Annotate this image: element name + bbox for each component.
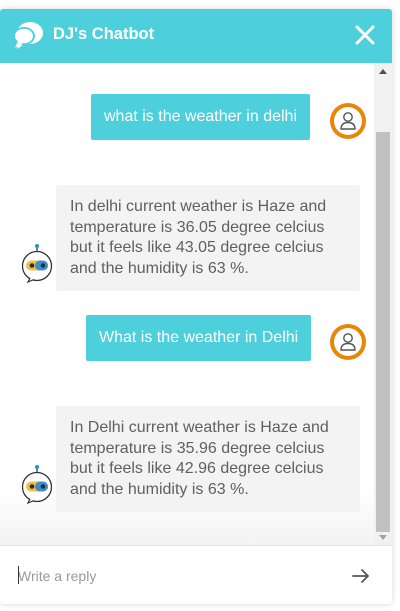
user-message: What is the weather in Delhi	[86, 315, 312, 361]
bot-avatar-icon	[21, 244, 53, 283]
scroll-up-icon[interactable]	[379, 69, 387, 74]
bot-message-line: In Delhi current weather is Haze and	[70, 419, 329, 436]
bot-message: In Delhi current weather is Haze and tem…	[56, 406, 360, 512]
text-caret	[18, 566, 19, 584]
bot-message-line: temperature is 35.96 degree celcius	[70, 439, 325, 457]
user-icon	[340, 333, 356, 351]
user-message-text: what is the weather in delhi	[104, 108, 297, 125]
close-icon[interactable]	[354, 24, 376, 46]
chat-bubbles-icon	[13, 22, 43, 49]
reply-input[interactable]	[18, 564, 328, 588]
user-icon	[340, 112, 356, 130]
scroll-down-icon[interactable]	[379, 535, 387, 540]
chat-header: DJ's Chatbot	[0, 9, 392, 63]
bot-message-line: but it feels like 42.96 degree celcius	[70, 460, 324, 477]
bot-message-line: and the humidity is 63 %.	[70, 480, 249, 498]
chat-title: DJ's Chatbot	[53, 25, 155, 43]
message-list[interactable]: what is the weather in delhi In delhi cu…	[0, 63, 374, 545]
chatbot-widget: DJ's Chatbot what is the weather in delh…	[0, 9, 392, 604]
user-message: what is the weather in delhi	[91, 94, 310, 140]
bot-message-line: and the humidity is 63 %.	[70, 259, 249, 277]
message-scrollbar[interactable]	[374, 63, 392, 545]
scrollbar-thumb[interactable]	[376, 132, 390, 532]
bot-message: In delhi current weather is Haze and tem…	[56, 185, 360, 291]
user-avatar	[330, 324, 366, 360]
composer	[0, 545, 392, 604]
user-message-text: What is the weather in Delhi	[99, 329, 299, 346]
bot-message-line: but it feels like 43.05 degree celcius	[70, 239, 324, 256]
send-arrow-icon[interactable]	[350, 565, 372, 587]
bot-message-line: In delhi current weather is Haze and	[70, 198, 327, 215]
bot-avatar-icon	[21, 465, 53, 504]
bot-message-line: temperature is 36.05 degree celcius	[70, 218, 325, 236]
user-avatar	[330, 103, 366, 139]
